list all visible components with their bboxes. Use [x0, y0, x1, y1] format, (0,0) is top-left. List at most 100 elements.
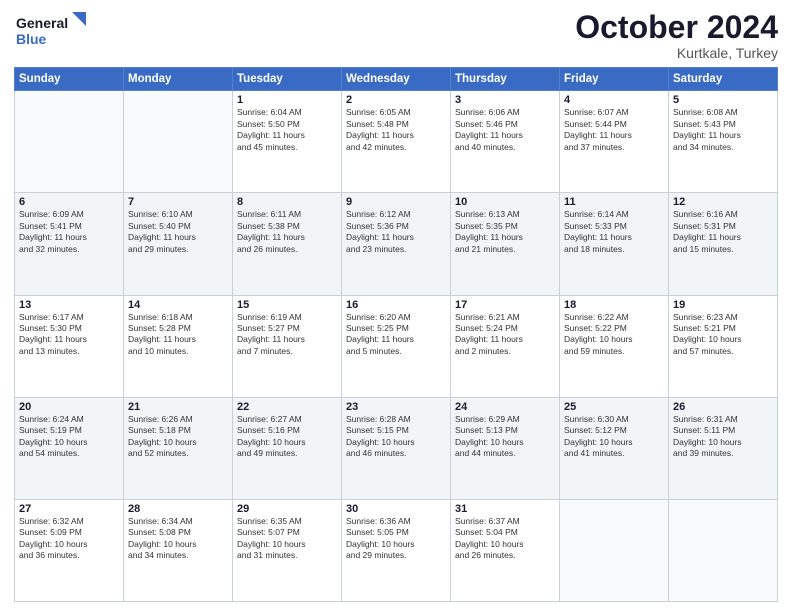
day-number: 26	[673, 401, 773, 413]
day-detail: Sunrise: 6:10 AM Sunset: 5:40 PM Dayligh…	[128, 209, 228, 255]
day-detail: Sunrise: 6:24 AM Sunset: 5:19 PM Dayligh…	[19, 414, 119, 460]
day-number: 9	[346, 196, 446, 208]
day-cell: 21Sunrise: 6:26 AM Sunset: 5:18 PM Dayli…	[124, 397, 233, 499]
location-subtitle: Kurtkale, Turkey	[575, 45, 778, 61]
day-cell: 30Sunrise: 6:36 AM Sunset: 5:05 PM Dayli…	[342, 499, 451, 601]
day-cell: 5Sunrise: 6:08 AM Sunset: 5:43 PM Daylig…	[669, 91, 778, 193]
day-detail: Sunrise: 6:35 AM Sunset: 5:07 PM Dayligh…	[237, 516, 337, 562]
day-detail: Sunrise: 6:21 AM Sunset: 5:24 PM Dayligh…	[455, 312, 555, 358]
day-detail: Sunrise: 6:22 AM Sunset: 5:22 PM Dayligh…	[564, 312, 664, 358]
weekday-header-tuesday: Tuesday	[233, 68, 342, 91]
day-number: 10	[455, 196, 555, 208]
day-detail: Sunrise: 6:19 AM Sunset: 5:27 PM Dayligh…	[237, 312, 337, 358]
day-cell: 8Sunrise: 6:11 AM Sunset: 5:38 PM Daylig…	[233, 193, 342, 295]
day-number: 16	[346, 299, 446, 311]
day-cell: 10Sunrise: 6:13 AM Sunset: 5:35 PM Dayli…	[451, 193, 560, 295]
week-row-3: 13Sunrise: 6:17 AM Sunset: 5:30 PM Dayli…	[15, 295, 778, 397]
svg-text:Blue: Blue	[16, 31, 47, 47]
day-cell: 9Sunrise: 6:12 AM Sunset: 5:36 PM Daylig…	[342, 193, 451, 295]
header: General Blue October 2024 Kurtkale, Turk…	[14, 10, 778, 61]
week-row-2: 6Sunrise: 6:09 AM Sunset: 5:41 PM Daylig…	[15, 193, 778, 295]
day-number: 6	[19, 196, 119, 208]
day-number: 13	[19, 299, 119, 311]
day-number: 1	[237, 94, 337, 106]
day-number: 29	[237, 503, 337, 515]
logo-area: General Blue	[14, 10, 86, 59]
day-detail: Sunrise: 6:17 AM Sunset: 5:30 PM Dayligh…	[19, 312, 119, 358]
day-cell: 3Sunrise: 6:06 AM Sunset: 5:46 PM Daylig…	[451, 91, 560, 193]
day-cell: 15Sunrise: 6:19 AM Sunset: 5:27 PM Dayli…	[233, 295, 342, 397]
day-number: 12	[673, 196, 773, 208]
weekday-header-row: SundayMondayTuesdayWednesdayThursdayFrid…	[15, 68, 778, 91]
week-row-4: 20Sunrise: 6:24 AM Sunset: 5:19 PM Dayli…	[15, 397, 778, 499]
day-cell: 25Sunrise: 6:30 AM Sunset: 5:12 PM Dayli…	[560, 397, 669, 499]
day-cell: 26Sunrise: 6:31 AM Sunset: 5:11 PM Dayli…	[669, 397, 778, 499]
day-cell: 22Sunrise: 6:27 AM Sunset: 5:16 PM Dayli…	[233, 397, 342, 499]
logo: General Blue	[14, 10, 86, 59]
weekday-header-wednesday: Wednesday	[342, 68, 451, 91]
day-detail: Sunrise: 6:09 AM Sunset: 5:41 PM Dayligh…	[19, 209, 119, 255]
day-cell: 24Sunrise: 6:29 AM Sunset: 5:13 PM Dayli…	[451, 397, 560, 499]
week-row-5: 27Sunrise: 6:32 AM Sunset: 5:09 PM Dayli…	[15, 499, 778, 601]
day-cell: 7Sunrise: 6:10 AM Sunset: 5:40 PM Daylig…	[124, 193, 233, 295]
weekday-header-saturday: Saturday	[669, 68, 778, 91]
day-number: 14	[128, 299, 228, 311]
day-cell	[669, 499, 778, 601]
day-number: 15	[237, 299, 337, 311]
day-number: 4	[564, 94, 664, 106]
day-detail: Sunrise: 6:28 AM Sunset: 5:15 PM Dayligh…	[346, 414, 446, 460]
day-detail: Sunrise: 6:14 AM Sunset: 5:33 PM Dayligh…	[564, 209, 664, 255]
day-number: 24	[455, 401, 555, 413]
day-detail: Sunrise: 6:23 AM Sunset: 5:21 PM Dayligh…	[673, 312, 773, 358]
day-detail: Sunrise: 6:18 AM Sunset: 5:28 PM Dayligh…	[128, 312, 228, 358]
day-number: 23	[346, 401, 446, 413]
day-detail: Sunrise: 6:16 AM Sunset: 5:31 PM Dayligh…	[673, 209, 773, 255]
day-cell: 29Sunrise: 6:35 AM Sunset: 5:07 PM Dayli…	[233, 499, 342, 601]
day-detail: Sunrise: 6:06 AM Sunset: 5:46 PM Dayligh…	[455, 107, 555, 153]
weekday-header-thursday: Thursday	[451, 68, 560, 91]
day-detail: Sunrise: 6:27 AM Sunset: 5:16 PM Dayligh…	[237, 414, 337, 460]
weekday-header-friday: Friday	[560, 68, 669, 91]
day-cell: 12Sunrise: 6:16 AM Sunset: 5:31 PM Dayli…	[669, 193, 778, 295]
day-number: 28	[128, 503, 228, 515]
day-cell: 13Sunrise: 6:17 AM Sunset: 5:30 PM Dayli…	[15, 295, 124, 397]
day-number: 27	[19, 503, 119, 515]
day-cell: 28Sunrise: 6:34 AM Sunset: 5:08 PM Dayli…	[124, 499, 233, 601]
day-number: 19	[673, 299, 773, 311]
day-cell: 20Sunrise: 6:24 AM Sunset: 5:19 PM Dayli…	[15, 397, 124, 499]
day-cell: 27Sunrise: 6:32 AM Sunset: 5:09 PM Dayli…	[15, 499, 124, 601]
day-detail: Sunrise: 6:11 AM Sunset: 5:38 PM Dayligh…	[237, 209, 337, 255]
day-detail: Sunrise: 6:07 AM Sunset: 5:44 PM Dayligh…	[564, 107, 664, 153]
logo-svg: General Blue	[14, 10, 86, 54]
day-number: 7	[128, 196, 228, 208]
day-number: 17	[455, 299, 555, 311]
weekday-header-monday: Monday	[124, 68, 233, 91]
day-detail: Sunrise: 6:32 AM Sunset: 5:09 PM Dayligh…	[19, 516, 119, 562]
day-detail: Sunrise: 6:12 AM Sunset: 5:36 PM Dayligh…	[346, 209, 446, 255]
day-detail: Sunrise: 6:05 AM Sunset: 5:48 PM Dayligh…	[346, 107, 446, 153]
day-cell: 31Sunrise: 6:37 AM Sunset: 5:04 PM Dayli…	[451, 499, 560, 601]
page: General Blue October 2024 Kurtkale, Turk…	[0, 0, 792, 612]
day-detail: Sunrise: 6:31 AM Sunset: 5:11 PM Dayligh…	[673, 414, 773, 460]
day-cell: 1Sunrise: 6:04 AM Sunset: 5:50 PM Daylig…	[233, 91, 342, 193]
day-cell: 17Sunrise: 6:21 AM Sunset: 5:24 PM Dayli…	[451, 295, 560, 397]
day-cell: 23Sunrise: 6:28 AM Sunset: 5:15 PM Dayli…	[342, 397, 451, 499]
week-row-1: 1Sunrise: 6:04 AM Sunset: 5:50 PM Daylig…	[15, 91, 778, 193]
title-area: October 2024 Kurtkale, Turkey	[575, 10, 778, 61]
day-cell	[124, 91, 233, 193]
day-number: 22	[237, 401, 337, 413]
day-number: 30	[346, 503, 446, 515]
day-cell: 11Sunrise: 6:14 AM Sunset: 5:33 PM Dayli…	[560, 193, 669, 295]
day-cell: 6Sunrise: 6:09 AM Sunset: 5:41 PM Daylig…	[15, 193, 124, 295]
day-number: 2	[346, 94, 446, 106]
day-detail: Sunrise: 6:08 AM Sunset: 5:43 PM Dayligh…	[673, 107, 773, 153]
day-cell: 19Sunrise: 6:23 AM Sunset: 5:21 PM Dayli…	[669, 295, 778, 397]
calendar-table: SundayMondayTuesdayWednesdayThursdayFrid…	[14, 67, 778, 602]
weekday-header-sunday: Sunday	[15, 68, 124, 91]
day-detail: Sunrise: 6:37 AM Sunset: 5:04 PM Dayligh…	[455, 516, 555, 562]
day-cell: 16Sunrise: 6:20 AM Sunset: 5:25 PM Dayli…	[342, 295, 451, 397]
day-number: 21	[128, 401, 228, 413]
day-detail: Sunrise: 6:26 AM Sunset: 5:18 PM Dayligh…	[128, 414, 228, 460]
day-cell: 14Sunrise: 6:18 AM Sunset: 5:28 PM Dayli…	[124, 295, 233, 397]
day-number: 5	[673, 94, 773, 106]
